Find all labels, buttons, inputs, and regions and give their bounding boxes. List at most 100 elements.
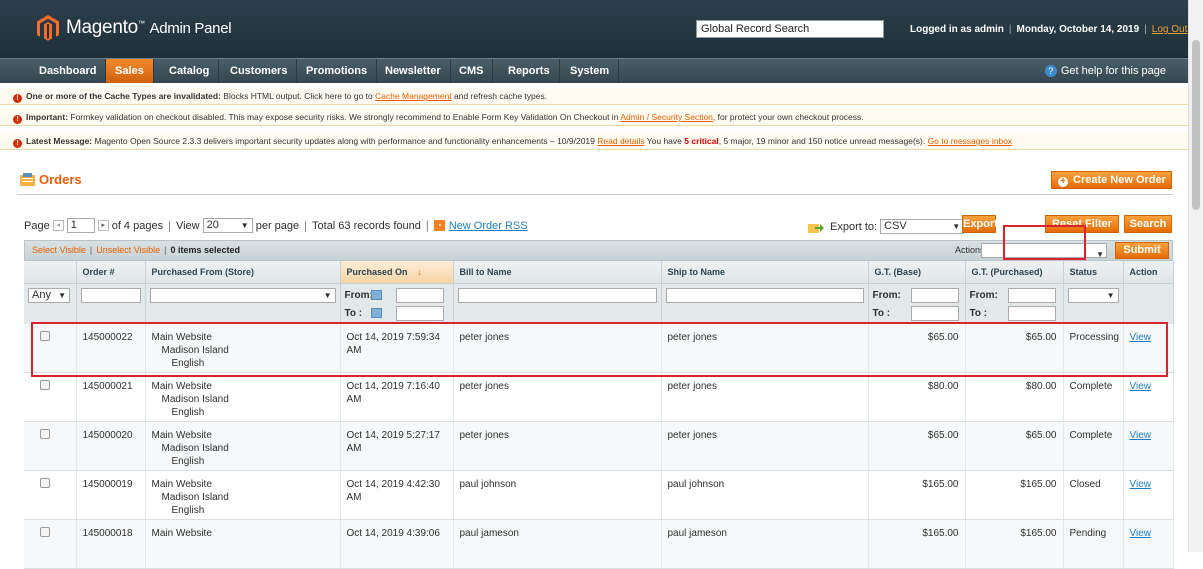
page-input[interactable]: 1 — [66, 218, 95, 233]
rss-icon: ◔ — [433, 220, 445, 231]
col-bill-to[interactable]: Bill to Name — [453, 261, 662, 284]
highlight-box-actions — [1003, 225, 1086, 260]
purchased-on: Oct 14, 2019 4:42:30 AM — [340, 470, 454, 520]
filter-ship-input[interactable] — [665, 287, 864, 303]
export-icon — [808, 223, 824, 233]
row-checkbox[interactable] — [40, 527, 50, 537]
nav-catalog[interactable]: Catalog — [160, 59, 220, 83]
filter-base-to[interactable] — [910, 305, 959, 321]
cache-management-link[interactable]: Cache Management — [375, 91, 452, 101]
help-icon: ? — [1044, 65, 1057, 77]
view-link[interactable]: View — [1130, 479, 1152, 490]
nav-reports[interactable]: Reports — [499, 59, 560, 83]
filter-date-to[interactable] — [395, 305, 444, 321]
table-row[interactable]: 145000019 Main Website Madison Island Engl… — [24, 470, 1174, 520]
logout-link[interactable]: Log Out — [1152, 24, 1188, 35]
col-purchased-on[interactable]: Purchased On ↓ — [340, 261, 454, 284]
bill-to-name: peter jones — [453, 372, 662, 422]
table-row[interactable]: 145000020 Main Website Madison Island Engl… — [24, 421, 1174, 471]
pager: Page ◂ 1 ▸ of 4 pages | View 20 ▼ per page… — [24, 218, 528, 233]
sort-desc-icon: ↓ — [417, 266, 423, 277]
search-button[interactable]: Search — [1124, 215, 1172, 233]
store-cell: Main Website — [145, 519, 341, 569]
prev-page-icon[interactable]: ◂ — [52, 220, 64, 231]
export-controls: Export to: CSV ▼ — [808, 219, 965, 234]
col-ship-to[interactable]: Ship to Name — [661, 261, 869, 284]
store-cell: Main Website Madison Island English — [145, 372, 341, 422]
gt-purchased: $65.00 — [965, 421, 1064, 471]
nav-promotions[interactable]: Promotions — [297, 59, 378, 83]
read-details-link[interactable]: Read details — [597, 136, 644, 146]
page-scrollbar[interactable] — [1188, 0, 1203, 552]
col-store[interactable]: Purchased From (Store) — [145, 261, 341, 284]
calendar-icon[interactable] — [370, 290, 382, 300]
error-icon: ! — [13, 94, 22, 103]
submit-button[interactable]: Submit — [1115, 242, 1169, 259]
nav-system[interactable]: System — [561, 59, 620, 83]
nav-dashboard[interactable]: Dashboard — [30, 59, 107, 83]
bill-to-name: paul johnson — [453, 470, 662, 520]
filter-bill-input[interactable] — [457, 287, 657, 303]
view-link[interactable]: View — [1130, 528, 1152, 539]
magento-logo[interactable]: Magento™ Admin Panel — [36, 14, 232, 42]
export-button[interactable]: Export — [962, 215, 998, 233]
calendar-icon[interactable] — [370, 308, 382, 318]
view-link[interactable]: View — [1130, 430, 1152, 441]
nav-cms[interactable]: CMS — [450, 59, 494, 83]
plus-icon: + — [1058, 177, 1068, 187]
gt-base: $165.00 — [868, 519, 966, 569]
table-row[interactable]: 145000018 Main Website Oct 14, 2019 4:39… — [24, 519, 1174, 569]
latest-message: ! Latest Message: Magento Open Source 2.3… — [0, 133, 1188, 150]
create-new-order-button[interactable]: + Create New Order — [1051, 171, 1172, 189]
total-records: Total 63 records found — [312, 219, 421, 232]
ship-to-name: paul johnson — [661, 470, 869, 520]
unselect-visible-link[interactable]: Unselect Visible — [96, 245, 160, 255]
status: Complete — [1063, 421, 1124, 471]
purchased-on: Oct 14, 2019 4:39:06 — [340, 519, 454, 569]
view-link[interactable]: View — [1130, 381, 1152, 392]
gt-purchased: $165.00 — [965, 519, 1064, 569]
per-page-select[interactable]: 20 ▼ — [202, 218, 253, 233]
ship-to-name: paul jameson — [661, 519, 869, 569]
filter-order-input[interactable] — [80, 287, 141, 303]
filter-base-from[interactable] — [910, 287, 959, 303]
nav-customers[interactable]: Customers — [221, 59, 298, 83]
filter-purchased-to[interactable] — [1007, 305, 1056, 321]
new-order-rss-link[interactable]: New Order RSS — [449, 220, 528, 232]
col-status[interactable]: Status — [1063, 261, 1124, 284]
row-checkbox[interactable] — [40, 478, 50, 488]
filter-store-select[interactable]: ▼ — [149, 287, 336, 303]
help-link[interactable]: ? Get help for this page — [1044, 59, 1166, 83]
order-number: 145000018 — [76, 519, 146, 569]
store-cell: Main Website Madison Island English — [145, 421, 341, 471]
col-gt-base[interactable]: G.T. (Base) — [868, 261, 966, 284]
col-order-number[interactable]: Order # — [76, 261, 146, 284]
nav-newsletter[interactable]: Newsletter — [376, 59, 451, 83]
nav-sales[interactable]: Sales — [106, 59, 154, 83]
select-visible-link[interactable]: Select Visible — [32, 245, 86, 255]
export-format-select[interactable]: CSV ▼ — [880, 219, 965, 234]
security-section-link[interactable]: Admin / Security Section — [620, 112, 713, 122]
purchased-on: Oct 14, 2019 7:16:40 AM — [340, 372, 454, 422]
filter-date-from[interactable] — [395, 287, 444, 303]
messages-inbox-link[interactable]: Go to messages inbox — [928, 136, 1013, 146]
next-page-icon[interactable]: ▸ — [97, 220, 109, 231]
store-cell: Main Website Madison Island English — [145, 470, 341, 520]
row-checkbox[interactable] — [40, 429, 50, 439]
filter-purchased-from[interactable] — [1007, 287, 1056, 303]
brand-name: Magento™ Admin Panel — [66, 17, 232, 38]
status: Complete — [1063, 372, 1124, 422]
scrollbar-thumb[interactable] — [1192, 40, 1200, 210]
logged-in-text: Logged in as admin — [910, 24, 1004, 35]
page-title: Orders — [20, 172, 82, 187]
error-icon: ! — [13, 139, 22, 148]
filter-status-select[interactable]: ▼ — [1067, 287, 1119, 303]
orders-icon — [20, 173, 35, 186]
table-row[interactable]: 145000021 Main Website Madison Island Engl… — [24, 372, 1174, 422]
global-search-input[interactable]: Global Record Search — [696, 20, 884, 38]
col-gt-purchased[interactable]: G.T. (Purchased) — [965, 261, 1064, 284]
order-number: 145000019 — [76, 470, 146, 520]
filter-any-select[interactable]: Any ▼ — [28, 287, 70, 303]
row-checkbox[interactable] — [40, 380, 50, 390]
header-bar: Magento™ Admin Panel Global Record Searc… — [0, 0, 1188, 58]
